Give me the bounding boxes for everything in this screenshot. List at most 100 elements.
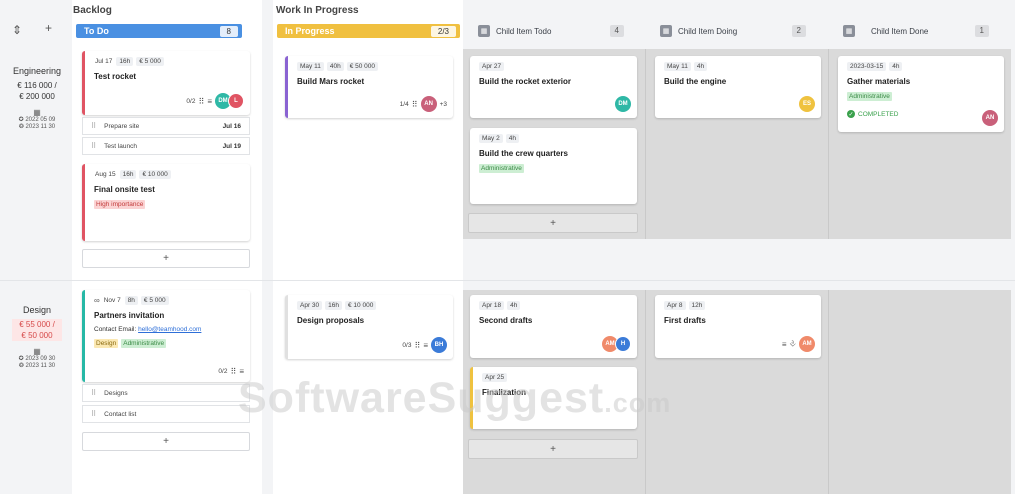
tag: Administrative: [121, 339, 167, 348]
lane-end-date: ❂ 2023 11 30: [18, 363, 56, 369]
lane-name: Design: [22, 305, 51, 315]
column-header-inprogress[interactable]: In Progress 2/3: [277, 24, 460, 38]
card-cost: € 5 000: [140, 296, 169, 305]
lane-end-date: ❂ 2023 11 30: [18, 124, 56, 130]
subtask-label: Contact list: [104, 410, 137, 418]
subtask-row-prepare-site[interactable]: ⠿ Prepare site Jul 16: [82, 117, 250, 135]
column-header-child-done[interactable]: ▦ Child Item Done 1: [843, 23, 989, 39]
card-cost: € 10 000: [139, 170, 171, 179]
description-icon: ≡: [207, 96, 212, 106]
card-date: Apr 30: [297, 301, 323, 310]
card-hours: 16h: [116, 57, 134, 66]
card-final-onsite-test[interactable]: Aug 15 16h € 10 000 Final onsite test Hi…: [82, 164, 250, 241]
subtask-count: 1/4: [399, 100, 409, 108]
card-title: Build the engine: [664, 77, 727, 86]
more-assignees[interactable]: +3: [440, 101, 447, 108]
link-icon: ∞: [94, 296, 100, 305]
subtask-label: Test launch: [104, 142, 138, 150]
description-icon: ≡: [423, 340, 428, 350]
card-build-the-engine[interactable]: May 11 4h Build the engine ES: [655, 56, 821, 118]
subtask-icon: ⠿: [411, 99, 418, 109]
avatar[interactable]: H: [615, 336, 631, 352]
card-hours: 4h: [505, 134, 519, 143]
lane-label-engineering[interactable]: Engineering € 116 000 / € 200 000 ▦ ✪ 20…: [6, 66, 68, 131]
watermark: SoftwareSuggest.com: [238, 374, 671, 423]
card-date: Apr 18: [479, 301, 505, 310]
card-hours: 12h: [688, 301, 706, 310]
lane-budget: € 55 000 /: [12, 319, 62, 330]
card-title: Partners invitation: [94, 311, 165, 320]
subtask-date: Jul 16: [222, 122, 241, 130]
card-test-rocket[interactable]: Jul 17 16h € 5 000 Test rocket 0/2 ⠿ ≡ D…: [82, 51, 250, 115]
card-build-mars-rocket[interactable]: May 11 40h € 50 000 Build Mars rocket 1/…: [285, 56, 453, 118]
tag: Administrative: [479, 164, 524, 173]
check-icon: ✓: [847, 110, 855, 118]
column-count: 1: [974, 25, 989, 37]
subtask-date: Jul 19: [222, 142, 241, 150]
card-partners-invitation[interactable]: ∞ Nov 7 8h € 5 000 Partners invitation C…: [82, 290, 250, 382]
add-card-button[interactable]: +: [82, 432, 250, 451]
avatar[interactable]: L: [228, 93, 244, 109]
subtask-icon: ⠿: [230, 367, 237, 376]
card-first-drafts[interactable]: Apr 8 12h First drafts ≡ ⎀ AM: [655, 295, 821, 358]
card-gather-materials[interactable]: 2023-03-15 4h Gather materials Administr…: [838, 56, 1004, 132]
card-build-rocket-exterior[interactable]: Apr 27 Build the rocket exterior DM: [470, 56, 637, 118]
add-card-button[interactable]: +: [468, 439, 638, 459]
subtask-row-test-launch[interactable]: ⠿ Test launch Jul 19: [82, 137, 250, 155]
collapse-lanes-icon[interactable]: ⇕: [12, 23, 22, 37]
card-date: May 11: [664, 62, 691, 71]
card-title: First drafts: [664, 316, 706, 325]
card-title: Gather materials: [847, 77, 911, 86]
lane-label-design[interactable]: Design € 55 000 / € 50 000 ▦ ✪ 2023 09 3…: [6, 305, 68, 370]
lane-budget-total: € 200 000: [19, 92, 55, 101]
subtask-row-designs[interactable]: ⠿ Designs: [82, 384, 250, 402]
card-second-drafts[interactable]: Apr 18 4h Second drafts AM H: [470, 295, 637, 358]
subtask-count: 0/3: [402, 341, 412, 349]
separator: [645, 49, 646, 239]
status-completed: ✓ COMPLETED: [847, 110, 996, 118]
card-title: Build Mars rocket: [297, 77, 365, 86]
contact-email-link[interactable]: hello@teamhood.com: [138, 326, 201, 333]
avatar[interactable]: AN: [982, 110, 998, 126]
column-header-child-todo[interactable]: ▦ Child Item Todo 4: [478, 23, 624, 39]
avatar[interactable]: AM: [799, 336, 815, 352]
separator: [828, 49, 829, 239]
card-design-proposals[interactable]: Apr 30 16h € 10 000 Design proposals 0/3…: [285, 295, 453, 359]
add-lane-button[interactable]: +: [45, 21, 52, 35]
card-title: Test rocket: [94, 72, 137, 81]
subtask-label: Designs: [104, 389, 128, 397]
column-header-child-doing[interactable]: ▦ Child Item Doing 2: [660, 23, 806, 39]
paperclip-icon: ⎀: [789, 339, 796, 348]
card-build-crew-quarters[interactable]: May 2 4h Build the crew quarters Adminis…: [470, 128, 637, 204]
lane-start-date: ✪ 2023 09 30: [18, 356, 56, 362]
add-card-button[interactable]: +: [468, 213, 638, 233]
card-cost: € 10 000: [345, 301, 377, 310]
avatar[interactable]: BH: [431, 337, 447, 353]
lane-budget-total: € 50 000: [12, 330, 62, 341]
status-label: COMPLETED: [858, 110, 899, 118]
subtask-count: 0/2: [186, 97, 196, 105]
column-count: 4: [609, 25, 624, 37]
lane-budget: € 116 000 /: [17, 81, 57, 90]
avatar[interactable]: AN: [420, 96, 437, 112]
tag: High importance: [94, 200, 146, 209]
column-name: Child Item Done: [871, 26, 929, 36]
watermark-suffix: .com: [604, 388, 672, 418]
group-title-backlog: Backlog: [73, 5, 112, 16]
group-title-wip: Work In Progress: [276, 5, 359, 16]
column-count: 2/3: [430, 25, 456, 37]
column-name: To Do: [84, 26, 109, 36]
card-cost: € 50 000: [346, 62, 379, 71]
add-card-button[interactable]: +: [82, 249, 250, 268]
column-count: 2: [791, 25, 806, 37]
column-header-todo[interactable]: To Do 8: [76, 24, 242, 38]
watermark-main: SoftwareSuggest: [238, 374, 605, 422]
subtask-icon: ⠿: [91, 123, 97, 130]
contact-line: Contact Email: hello@teamhood.com: [94, 326, 242, 333]
separator: [828, 290, 829, 494]
subtask-row-contact-list[interactable]: ⠿ Contact list: [82, 405, 250, 423]
card-title: Build the rocket exterior: [479, 77, 572, 86]
lane-divider: [0, 280, 1015, 281]
avatar[interactable]: DM: [615, 96, 631, 112]
avatar[interactable]: ES: [799, 96, 815, 112]
